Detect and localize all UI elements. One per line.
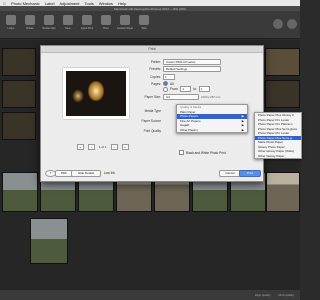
toolbar-label: Rotate right <box>42 27 56 30</box>
submenu-arrow-icon: ▶ <box>241 127 244 132</box>
menu-item-tools[interactable]: Tools <box>85 1 94 6</box>
disc-icon <box>101 15 111 25</box>
print-quality-row: Print Quality <box>136 129 161 133</box>
menu-item-adjustment[interactable]: Adjustment <box>59 1 79 6</box>
media-type-label: Media Type <box>144 109 161 113</box>
toolbar-label: Save <box>65 27 71 30</box>
paper-size-label: Paper Size: <box>144 95 161 99</box>
thumbnail[interactable] <box>265 48 300 76</box>
menu-item-other-papers[interactable]: Other Papers ▶ <box>177 128 247 133</box>
pages-from-label: From: <box>170 87 179 91</box>
thumbnail[interactable] <box>266 172 300 212</box>
toolbar-label: Burn <box>103 27 109 30</box>
cancel-button[interactable]: Cancel <box>219 170 241 177</box>
copies-label: Copies: <box>150 75 161 79</box>
submenu-item[interactable]: Other Glossy Paper <box>255 154 301 159</box>
toolbar-label: Contact Sheet <box>117 27 133 30</box>
media-type-row: Media Type <box>136 109 161 113</box>
globe-icon <box>139 15 149 25</box>
printer-select[interactable]: Canon PRO-10 series <box>163 59 221 65</box>
printer-label: Printer: <box>150 60 161 64</box>
search-icon[interactable] <box>287 19 297 29</box>
rotate-right-button[interactable]: Rotate right <box>41 13 57 35</box>
toolbar-label: Rotate <box>26 27 34 30</box>
presets-row: Presets: Default Settings <box>136 66 221 72</box>
menu-item-label[interactable]: Label <box>45 1 55 6</box>
thumbnail[interactable] <box>2 112 36 140</box>
bw-print-label: Black and White Photo Print <box>186 150 226 155</box>
prev-page-button[interactable]: ‹ <box>88 144 95 150</box>
pages-from-input[interactable]: 1 <box>180 86 192 92</box>
media-type-menu: Quality & Media Plain Paper Photo Papers… <box>176 104 248 133</box>
paper-source-label: Paper Source <box>141 119 162 123</box>
last-page-button[interactable]: » <box>121 144 129 150</box>
copies-input[interactable]: 1 <box>163 74 175 80</box>
preview-pager: « ‹ 1 of 1 › » <box>77 144 129 150</box>
low-ink-indicator: ⚠ Low Ink <box>99 171 115 175</box>
paper-size-row: Paper Size: A4 210 by 297 mm <box>136 94 220 100</box>
printer-icon <box>82 15 92 25</box>
photo-papers-submenu: Photo Paper Plus Glossy II Photo Paper P… <box>254 112 302 159</box>
status-bar: High quality Rich quality <box>0 290 300 300</box>
menu-item-label: Other Papers <box>180 127 198 132</box>
thumbnail[interactable] <box>2 48 36 76</box>
preview-image-detail <box>72 89 84 103</box>
menu-item-app[interactable]: Photo Mechanic <box>11 1 40 6</box>
paper-source-row: Paper Source <box>136 119 162 123</box>
contact-sheet-icon <box>120 15 130 25</box>
print-preview <box>63 68 129 119</box>
toolbar-label: Web <box>141 27 147 30</box>
thumbnail[interactable] <box>30 218 68 264</box>
contact-sheet-button[interactable]: Contact Sheet <box>117 13 133 35</box>
apple-menu[interactable]:  <box>3 1 6 6</box>
rotate-right-icon <box>44 15 54 25</box>
loupe-icon <box>6 15 16 25</box>
thumbnail[interactable] <box>265 80 300 108</box>
toolbar: Loupe Rotate Rotate right Save Quick Pri… <box>0 11 300 39</box>
menu-item-window[interactable]: Window <box>99 1 113 6</box>
bw-print-row: Black and White Photo Print <box>179 150 226 155</box>
thumbnail[interactable] <box>2 172 38 212</box>
paper-size-dims: 210 by 297 mm <box>201 95 221 99</box>
web-button[interactable]: Web <box>136 13 152 35</box>
submenu-item-label: Other Glossy Paper <box>258 153 285 158</box>
toolbar-label: Quick Print <box>80 27 94 30</box>
pages-label: Pages: <box>151 81 161 86</box>
thumbnail[interactable] <box>2 80 36 108</box>
printer-row: Printer: Canon PRO-10 series <box>136 59 221 65</box>
presets-select[interactable]: Default Settings <box>163 66 221 72</box>
status-left: High quality <box>254 293 271 297</box>
hide-details-button[interactable]: Hide Details <box>71 170 101 177</box>
toolbar-label: Loupe <box>7 27 15 30</box>
low-ink-label: Low Ink <box>103 171 115 175</box>
next-page-button[interactable]: › <box>110 144 118 150</box>
print-quality-label: Print Quality <box>143 129 161 133</box>
warning-icon: ⚠ <box>99 171 102 175</box>
dialog-title: Print <box>41 46 263 53</box>
print-button[interactable]: Print <box>239 170 261 177</box>
paper-size-select[interactable]: A4 <box>163 94 199 100</box>
info-icon[interactable] <box>273 19 283 29</box>
quick-print-button[interactable]: Quick Print <box>79 13 95 35</box>
pages-range-row: From: 1 to: 1 <box>163 86 210 92</box>
save-button[interactable]: Save <box>60 13 76 35</box>
pages-to-label: to: <box>193 87 197 91</box>
save-icon <box>63 15 73 25</box>
rotate-left-button[interactable]: Rotate <box>22 13 38 35</box>
rotate-left-icon <box>25 15 35 25</box>
page-indicator: 1 of 1 <box>99 145 107 149</box>
burn-button[interactable]: Burn <box>98 13 114 35</box>
menu-item-help[interactable]: Help <box>118 1 126 6</box>
loupe-button[interactable]: Loupe <box>3 13 19 35</box>
pages-to-input[interactable]: 1 <box>198 86 210 92</box>
copies-row: Copies: 1 <box>136 74 175 80</box>
bw-print-checkbox[interactable] <box>179 150 184 155</box>
preview-image <box>88 81 104 101</box>
presets-label: Presets: <box>149 67 161 71</box>
first-page-button[interactable]: « <box>77 144 84 150</box>
pages-range-radio[interactable] <box>163 86 168 92</box>
pages-all-label: All <box>170 81 174 86</box>
status-right: Rich quality <box>278 293 294 297</box>
